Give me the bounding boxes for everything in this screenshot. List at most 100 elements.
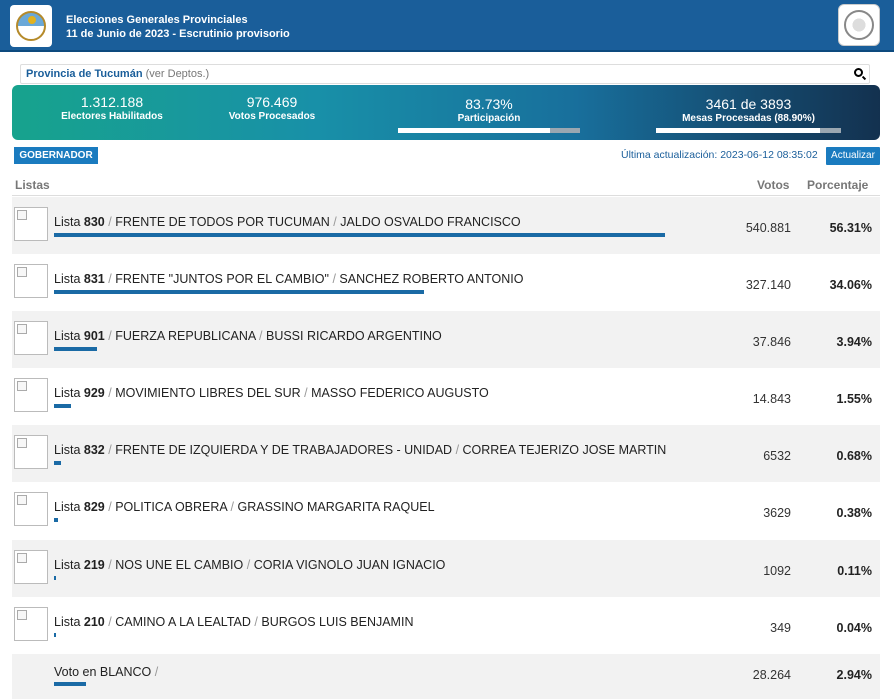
blank-separator: / [154,665,159,679]
table-row: Lista 210 / CAMINO A LA LEALTAD / BURGOS… [12,597,880,654]
table-row: Lista 929 / MOVIMIENTO LIBRES DEL SUR / … [12,368,880,425]
votes-count: 3629 [763,506,791,520]
table-row: Lista 832 / FRENTE DE IZQUIERDA Y DE TRA… [12,425,880,482]
header-divider [12,195,880,196]
vote-percentage: 0.11% [837,564,872,578]
last-updated: Última actualización: 2023-06-12 08:35:0… [621,149,818,161]
row-label: Lista 831 / FRENTE "JUNTOS POR EL CAMBIO… [54,272,524,286]
votes-count: 1092 [763,564,791,578]
participacion-progress-fill [398,128,551,133]
update-button[interactable]: Actualizar [826,147,880,165]
party-name: FRENTE "JUNTOS POR EL CAMBIO" [115,272,329,286]
candidate-photo [14,607,48,641]
title-line-2: 11 de Junio de 2023 - Escrutinio proviso… [66,28,290,40]
vote-share-bar [54,233,665,237]
row-label: Lista 829 / POLITICA OBRERA / GRASSINO M… [54,500,435,514]
lista-number: 901 [83,329,105,343]
votes-count: 6532 [763,449,791,463]
vote-share-bar [54,576,56,580]
mesas-value: 3461 de 3893 [705,96,792,112]
vote-percentage: 56.31% [829,221,872,235]
blank-vote-label: Voto en BLANCO [54,665,152,679]
party-name: POLITICA OBRERA [115,500,228,514]
candidate-photo [14,492,48,526]
votes-count: 14.843 [752,392,791,406]
candidate-name: CORREA TEJERIZO JOSE MARTIN [462,443,667,457]
row-label: Lista 832 / FRENTE DE IZQUIERDA Y DE TRA… [54,443,667,457]
lista-number: 210 [83,615,105,629]
vote-share-bar [54,518,59,522]
stats-panel: 1.312.188 Electores Habilitados 976.469 … [12,85,880,140]
votes-count: 327.140 [745,278,791,292]
col-header-porcentaje: Porcentaje [807,178,869,192]
party-name: CAMINO A LA LEALTAD [115,615,251,629]
vote-percentage: 0.04% [836,621,872,635]
tab-gobernador[interactable]: GOBERNADOR [14,147,98,164]
votos-value: 976.469 [246,94,298,110]
lista-word: Lista [54,329,81,343]
province-label[interactable]: Provincia de Tucumán [26,68,143,80]
candidate-name: BURGOS LUIS BENJAMIN [261,615,414,629]
lista-number: 829 [83,500,105,514]
lista-word: Lista [54,615,81,629]
vote-share-bar [54,461,62,465]
candidate-photo [14,321,48,355]
lista-word: Lista [54,215,81,229]
col-header-votos: Votos [757,178,790,192]
table-row: Lista 831 / FRENTE "JUNTOS POR EL CAMBIO… [12,254,880,311]
table-row: Lista 901 / FUERZA REPUBLICANA / BUSSI R… [12,311,880,368]
departments-link[interactable]: (ver Deptos.) [146,68,210,80]
party-name: FRENTE DE IZQUIERDA Y DE TRABAJADORES - … [115,443,453,457]
lista-word: Lista [54,500,81,514]
stat-votos: 976.469 Votos Procesados [202,94,342,123]
votes-count: 349 [770,621,791,635]
participacion-label: Participación [457,113,521,124]
vote-percentage: 2.94% [836,668,872,682]
votes-count: 28.264 [752,668,791,682]
vote-percentage: 3.94% [836,335,872,349]
candidate-photo [14,378,48,412]
row-label: Lista 210 / CAMINO A LA LEALTAD / BURGOS… [54,615,414,629]
votes-count: 540.881 [745,221,791,235]
row-label: Lista 219 / NOS UNE EL CAMBIO / CORIA VI… [54,558,446,572]
candidate-photo [14,550,48,584]
location-search[interactable]: Provincia de Tucumán (ver Deptos.) [20,64,870,84]
candidate-photo [14,264,48,298]
row-label: Lista 929 / MOVIMIENTO LIBRES DEL SUR / … [54,386,489,400]
lista-word: Lista [54,386,81,400]
candidate-name: MASSO FEDERICO AUGUSTO [311,386,489,400]
row-label: Voto en BLANCO / [54,665,158,679]
lista-number: 929 [83,386,105,400]
row-label: Lista 901 / FUERZA REPUBLICANA / BUSSI R… [54,329,442,343]
page-title: Elecciones Generales Provinciales 11 de … [66,13,290,41]
candidate-photo [14,207,48,241]
vote-percentage: 1.55% [836,392,872,406]
lista-number: 219 [83,558,105,572]
table-row-blank: Voto en BLANCO / 28.264 2.94% [12,654,880,699]
votes-count: 37.846 [752,335,791,349]
title-line-1: Elecciones Generales Provinciales [66,14,248,26]
table-row: Lista 219 / NOS UNE EL CAMBIO / CORIA VI… [12,540,880,597]
candidate-name: SANCHEZ ROBERTO ANTONIO [339,272,524,286]
vote-share-bar [54,347,97,351]
party-name: FUERZA REPUBLICANA [115,329,256,343]
header-bar: Elecciones Generales Provinciales 11 de … [0,0,894,52]
electores-label: Electores Habilitados [61,111,163,122]
vote-share-bar [54,404,71,408]
search-icon[interactable] [854,68,863,77]
vote-share-bar [54,682,86,686]
candidate-name: JALDO OSVALDO FRANCISCO [340,215,521,229]
vote-percentage: 0.38% [836,506,872,520]
lista-word: Lista [54,272,81,286]
lista-number: 831 [83,272,105,286]
candidate-name: BUSSI RICARDO ARGENTINO [265,329,442,343]
party-name: NOS UNE EL CAMBIO [115,558,244,572]
candidate-photo [14,435,48,469]
table-row: Lista 829 / POLITICA OBRERA / GRASSINO M… [12,482,880,539]
row-label: Lista 830 / FRENTE DE TODOS POR TUCUMAN … [54,215,521,229]
stat-participacion: 83.73% Participación [398,96,580,125]
lista-number: 832 [83,443,105,457]
col-header-listas: Listas [15,178,50,192]
stat-mesas: 3461 de 3893 Mesas Procesadas (88.90%) [656,96,841,125]
candidate-name: GRASSINO MARGARITA RAQUEL [237,500,435,514]
